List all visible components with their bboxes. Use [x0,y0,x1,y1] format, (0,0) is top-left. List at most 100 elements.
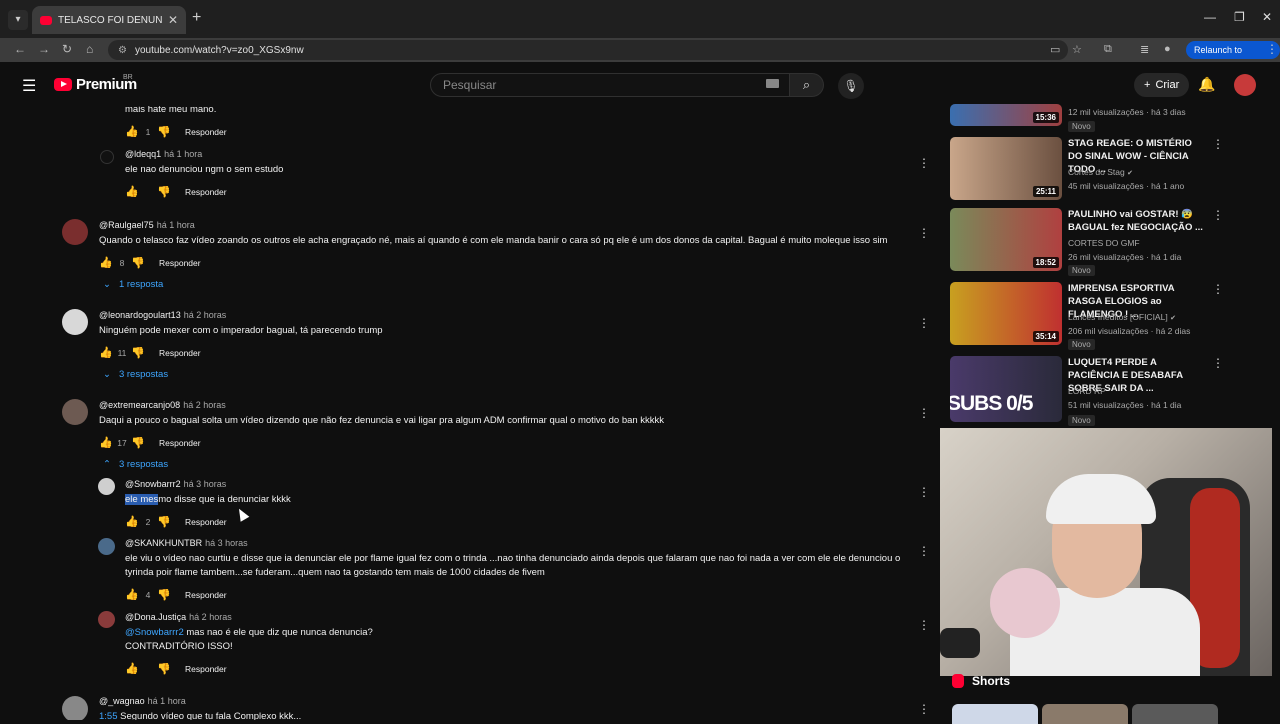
new-tab-icon[interactable]: + [192,9,201,27]
rec-item[interactable]: SUBS 0/5 LUQUET4 PERDE A PACIÊNCIA E DES… [950,356,1240,426]
more-actions-icon[interactable]: ⋮ [918,316,930,330]
address-bar[interactable]: ⚙ youtube.com/watch?v=zo0_XGSx9nw [108,40,1068,60]
browser-menu-icon[interactable]: ⋮ [1266,42,1278,56]
replies-toggle[interactable]: ⌄ 1 resposta [103,279,163,290]
voice-search-button[interactable]: 🎙 [838,73,864,99]
reply-button[interactable]: Responder [185,187,227,197]
more-actions-icon[interactable]: ⋮ [918,406,930,420]
like-icon[interactable]: 👍 [125,125,139,138]
more-actions-icon[interactable]: ⋮ [1212,282,1224,296]
search-button[interactable]: ⌕ [790,73,824,97]
reply-button[interactable]: Responder [159,348,201,358]
dislike-icon[interactable]: 👍 [131,346,145,359]
site-info-icon[interactable]: ⚙ [118,45,127,56]
more-actions-icon[interactable]: ⋮ [1212,137,1224,151]
rec-thumbnail[interactable]: 25:11 [950,137,1062,200]
more-actions-icon[interactable]: ⋮ [918,226,930,240]
comment-author[interactable]: @ldeqq1 há 1 hora [125,149,202,159]
reading-list-icon[interactable]: ≣ [1140,43,1149,56]
home-icon[interactable]: ⌂ [86,42,93,56]
avatar[interactable] [62,696,88,720]
rec-channel[interactable]: LORD RP [1068,386,1106,396]
rec-item[interactable]: 15:36 12 mil visualizações · há 3 dias N… [950,104,1240,134]
back-icon[interactable]: ← [14,42,26,56]
more-actions-icon[interactable]: ⋮ [1212,356,1224,370]
more-actions-icon[interactable]: ⋮ [918,485,930,499]
reply-button[interactable]: Responder [185,590,227,600]
like-icon[interactable]: 👍 [125,662,139,675]
minimize-icon[interactable]: — [1204,10,1216,24]
bookmark-star-icon[interactable]: ☆ [1072,43,1082,56]
dislike-icon[interactable]: 👍 [131,256,145,269]
comment-author[interactable]: @SKANKHUNTBR há 3 horas [125,538,248,548]
rec-thumbnail[interactable]: SUBS 0/5 [950,356,1062,422]
reply-button[interactable]: Responder [159,438,201,448]
forward-icon[interactable]: → [38,42,50,56]
rec-channel[interactable]: Cortes do Stag ✔ [1068,167,1133,177]
dislike-icon[interactable]: 👍 [157,662,171,675]
avatar[interactable] [62,309,88,335]
reply-button[interactable]: Responder [159,258,201,268]
tab-close-icon[interactable]: ✕ [168,13,178,27]
rec-item[interactable]: 35:14 IMPRENSA ESPORTIVA RASGA ELOGIOS a… [950,282,1240,350]
search-input[interactable]: Pesquisar [430,73,790,97]
rec-item[interactable]: 25:11 STAG REAGE: O MISTÉRIO DO SINAL WO… [950,137,1240,200]
comment-author[interactable]: @leonardogoulart13 há 2 horas [99,310,226,320]
comment-author[interactable]: @Dona.Justiça há 2 horas [125,612,232,622]
reload-icon[interactable]: ↻ [62,42,72,56]
rec-thumbnail[interactable]: 35:14 [950,282,1062,345]
more-actions-icon[interactable]: ⋮ [918,156,930,170]
keyboard-icon[interactable] [766,79,779,88]
comment-author[interactable]: @extremearcanjo08 há 2 horas [99,400,226,410]
maximize-icon[interactable]: ❐ [1234,10,1245,24]
like-icon[interactable]: 👍 [125,185,139,198]
comment-author[interactable]: @_wagnao há 1 hora [99,696,186,706]
more-actions-icon[interactable]: ⋮ [1212,208,1224,222]
comment-author[interactable]: @Raulgael75 há 1 hora [99,220,195,230]
rec-item[interactable]: 18:52 PAULINHO vai GOSTAR! 😰 BAGUAL fez … [950,208,1240,276]
menu-icon[interactable]: ☰ [22,76,36,96]
rec-thumbnail[interactable]: 15:36 [950,104,1062,126]
close-window-icon[interactable]: ✕ [1262,10,1272,24]
avatar[interactable] [100,150,114,164]
more-actions-icon[interactable]: ⋮ [918,618,930,632]
replies-toggle[interactable]: ⌄ 3 respostas [103,369,168,380]
rec-thumbnail[interactable]: 18:52 [950,208,1062,271]
create-label: Criar [1155,79,1180,91]
like-icon[interactable]: 👍 [99,346,113,359]
cast-icon[interactable]: ▭ [1050,43,1060,56]
avatar[interactable] [98,611,115,628]
short-thumbnail[interactable] [952,704,1038,724]
short-thumbnail[interactable] [1132,704,1218,724]
profile-icon[interactable]: ● [1164,43,1171,55]
dislike-icon[interactable]: 👍 [157,515,171,528]
avatar[interactable] [98,538,115,555]
short-thumbnail[interactable] [1042,704,1128,724]
like-icon[interactable]: 👍 [99,436,113,449]
like-icon[interactable]: 👍 [125,588,139,601]
like-icon[interactable]: 👍 [125,515,139,528]
more-actions-icon[interactable]: ⋮ [918,544,930,558]
replies-toggle[interactable]: ⌃ 3 respostas [103,459,168,470]
notifications-bell-icon[interactable]: 🔔 [1198,76,1215,93]
create-button[interactable]: + Criar [1134,73,1190,97]
reply-button[interactable]: Responder [185,127,227,137]
avatar[interactable] [62,219,88,245]
avatar[interactable] [98,478,115,495]
extensions-icon[interactable]: ⧉ [1104,43,1112,56]
rec-channel[interactable]: CORTES DO GMF [1068,238,1140,248]
reply-button[interactable]: Responder [185,664,227,674]
dislike-icon[interactable]: 👍 [157,125,171,138]
reply-button[interactable]: Responder [185,517,227,527]
like-icon[interactable]: 👍 [99,256,113,269]
rec-channel[interactable]: Lances Inéditos [OFICIAL] ✔ [1068,312,1176,322]
more-actions-icon[interactable]: ⋮ [918,702,930,716]
dislike-icon[interactable]: 👍 [157,588,171,601]
tab-search-icon[interactable]: ▾ [8,10,28,30]
account-avatar[interactable] [1234,74,1256,96]
dislike-icon[interactable]: 👍 [157,185,171,198]
dislike-icon[interactable]: 👍 [131,436,145,449]
avatar[interactable] [62,399,88,425]
browser-tab[interactable]: TELASCO FOI DENUNCIADO PO ✕ [32,6,186,34]
comment-author[interactable]: @Snowbarrr2 há 3 horas [125,479,226,489]
